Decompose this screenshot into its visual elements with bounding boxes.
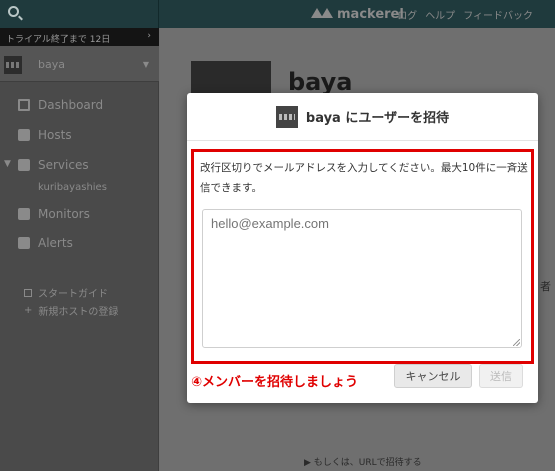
annotation-step-label: ④メンバーを招待しましょう: [191, 375, 359, 390]
invite-by-url-link[interactable]: ▶ もしくは、URLで招待する: [304, 455, 422, 468]
email-textarea[interactable]: [202, 209, 522, 348]
expand-triangle-icon: ▼: [4, 159, 11, 169]
sidebar-item-monitors[interactable]: Monitors: [18, 205, 90, 223]
chevron-right-icon: ›: [147, 31, 151, 41]
sidebar: トライアル終了まで 12日 › baya ▼ Dashboard Hosts ▼…: [0, 28, 159, 471]
dashboard-icon: [18, 99, 30, 111]
trial-banner[interactable]: トライアル終了まで 12日 ›: [0, 28, 159, 46]
register-host-link[interactable]: + 新規ホストの登録: [24, 303, 118, 318]
mackerel-logo[interactable]: mackerel: [311, 6, 404, 22]
org-name: baya: [38, 58, 65, 71]
nav-link-feedback[interactable]: フィードバック: [463, 7, 533, 22]
org-selector[interactable]: baya ▼: [0, 46, 159, 82]
modal-title: baya にユーザーを招待: [305, 111, 450, 126]
org-avatar: [4, 56, 22, 74]
sidebar-item-alerts[interactable]: Alerts: [18, 234, 73, 252]
search-box[interactable]: [0, 0, 159, 28]
sidebar-subitem-service[interactable]: kuribayashies: [38, 182, 107, 193]
sidebar-item-services[interactable]: ▼ Services: [4, 156, 89, 174]
invite-modal: baya にユーザーを招待 改行区切りでメールアドレスを入力してください。最大1…: [187, 93, 538, 403]
start-guide-label: スタートガイド: [38, 289, 108, 300]
org-avatar-icon: [275, 105, 298, 128]
top-nav: ログ ヘルプ フィードバック: [397, 7, 533, 22]
services-icon: [18, 159, 30, 171]
document-icon: [24, 288, 32, 297]
nav-link-help[interactable]: ヘルプ: [425, 7, 455, 22]
monitors-icon: [18, 208, 30, 220]
nav-link-log[interactable]: ログ: [397, 7, 417, 22]
resize-handle-icon[interactable]: [513, 339, 520, 346]
start-guide-link[interactable]: スタートガイド: [24, 285, 108, 300]
page-title: baya: [288, 68, 353, 96]
sidebar-item-hosts[interactable]: Hosts: [18, 126, 72, 144]
sidebar-item-label: Services: [38, 158, 89, 172]
sidebar-item-label: Monitors: [38, 207, 90, 221]
sidebar-item-label: Alerts: [38, 236, 73, 250]
modal-description: 改行区切りでメールアドレスを入力してください。最大10件に一斉送信できます。: [200, 162, 528, 194]
caret-down-icon: ▼: [142, 60, 149, 69]
top-bar: mackerel ログ ヘルプ フィードバック: [0, 0, 555, 28]
sidebar-item-label: Dashboard: [38, 98, 104, 112]
logo-text: mackerel: [337, 6, 404, 22]
hosts-icon: [18, 129, 30, 141]
cancel-button[interactable]: キャンセル: [394, 364, 472, 388]
trial-text: トライアル終了まで 12日: [6, 35, 111, 45]
search-icon: [8, 6, 19, 17]
sidebar-item-dashboard[interactable]: Dashboard: [18, 96, 103, 114]
register-host-label: 新規ホストの登録: [38, 307, 119, 318]
logo-mark-icon: [311, 8, 335, 20]
send-button[interactable]: 送信: [479, 364, 523, 388]
alerts-icon: [18, 237, 30, 249]
sidebar-item-label: Hosts: [38, 128, 72, 142]
partial-text: 者: [540, 280, 551, 293]
modal-header: baya にユーザーを招待: [187, 93, 538, 141]
plus-icon: +: [24, 305, 33, 316]
